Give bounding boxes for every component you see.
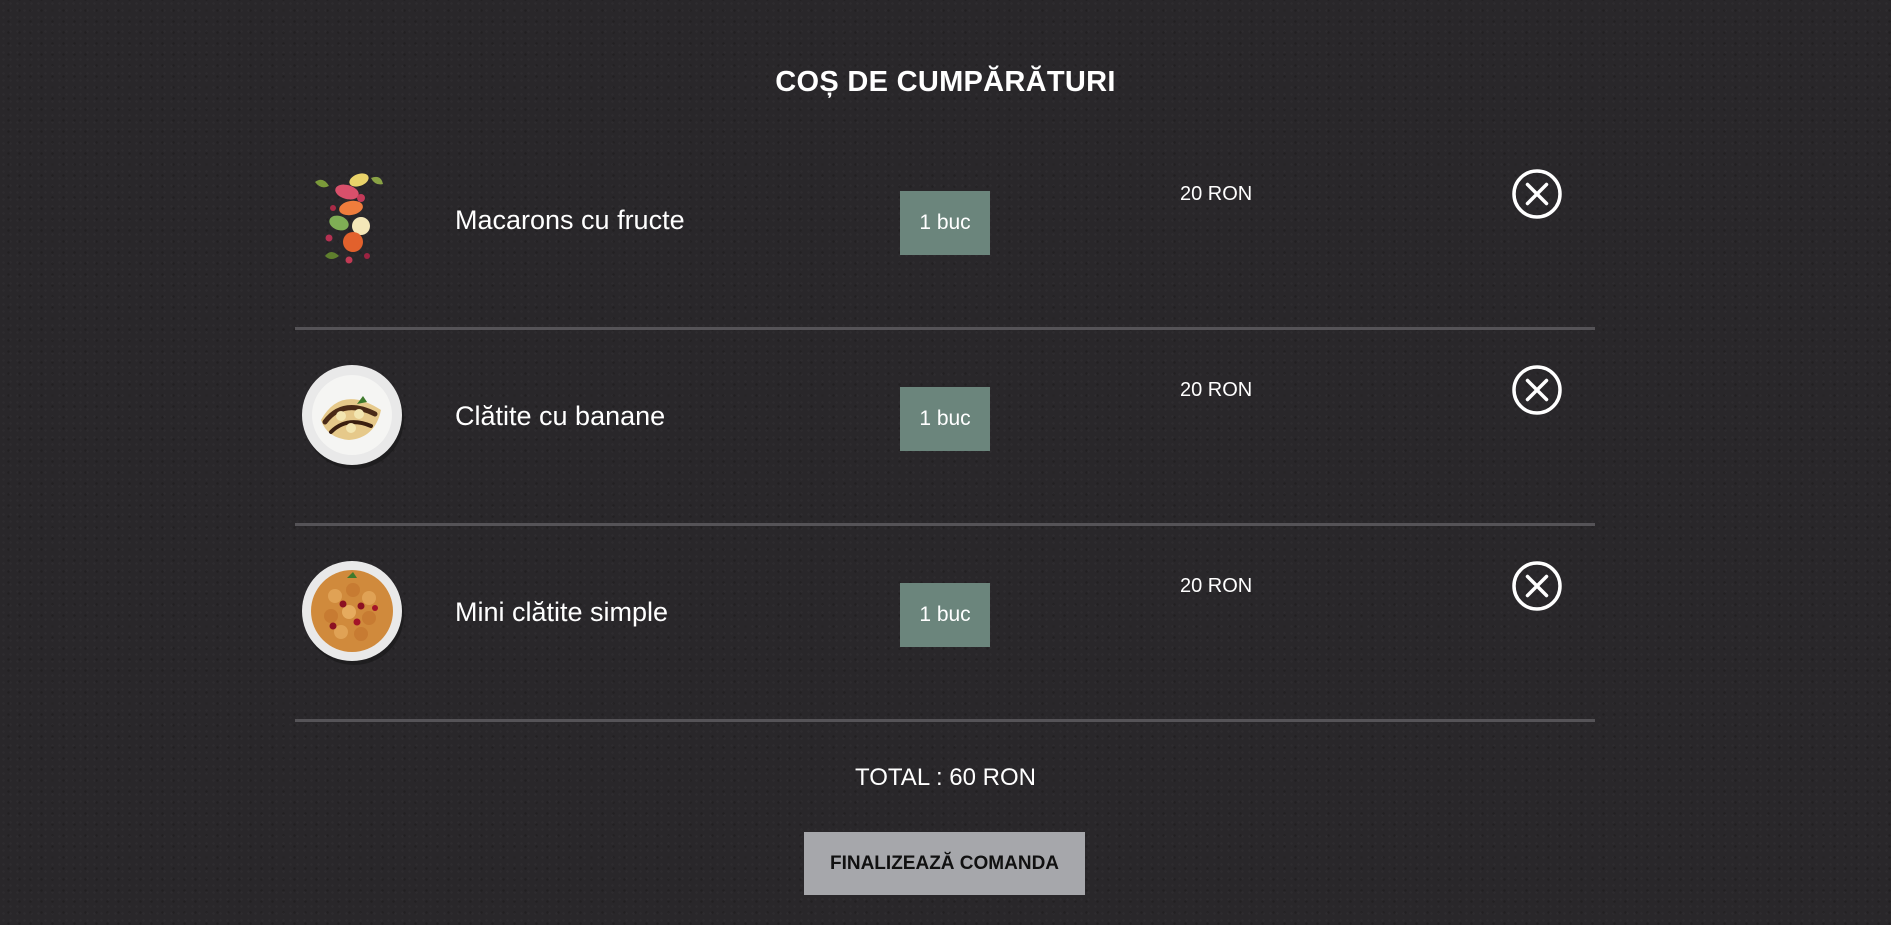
macarons-image <box>301 168 407 274</box>
quantity-box[interactable]: 1 buc <box>900 583 990 647</box>
remove-item-button[interactable] <box>1511 168 1563 220</box>
quantity-box[interactable]: 1 buc <box>900 387 990 451</box>
cart-item: Clătite cu banane 1 buc 20 RON <box>295 330 1595 526</box>
item-price: 20 RON <box>1180 575 1253 597</box>
cart-item: Mini clătite simple 1 buc 20 RON <box>295 526 1595 722</box>
quantity-box[interactable]: 1 buc <box>900 191 990 255</box>
cart-item: Macarons cu fructe 1 buc 20 RON <box>295 134 1595 330</box>
item-name[interactable]: Macarons cu fructe <box>455 204 685 236</box>
item-name[interactable]: Mini clătite simple <box>455 596 668 628</box>
item-price: 20 RON <box>1180 379 1253 401</box>
close-circle-icon <box>1512 169 1562 219</box>
close-circle-icon <box>1512 365 1562 415</box>
page-title: COȘ DE CUMPĂRĂTURI <box>775 66 1116 98</box>
finalize-order-button[interactable]: FINALIZEAZĂ COMANDA <box>804 832 1085 895</box>
item-name[interactable]: Clătite cu banane <box>455 400 665 432</box>
close-circle-icon <box>1512 561 1562 611</box>
cart-list: Macarons cu fructe 1 buc 20 RON Clătite … <box>295 134 1595 722</box>
remove-item-button[interactable] <box>1511 364 1563 416</box>
item-price: 20 RON <box>1180 183 1253 205</box>
mini-pancakes-image <box>301 560 407 666</box>
banana-crepes-image <box>301 364 407 470</box>
cart-total: TOTAL : 60 RON <box>855 764 1036 791</box>
remove-item-button[interactable] <box>1511 560 1563 612</box>
